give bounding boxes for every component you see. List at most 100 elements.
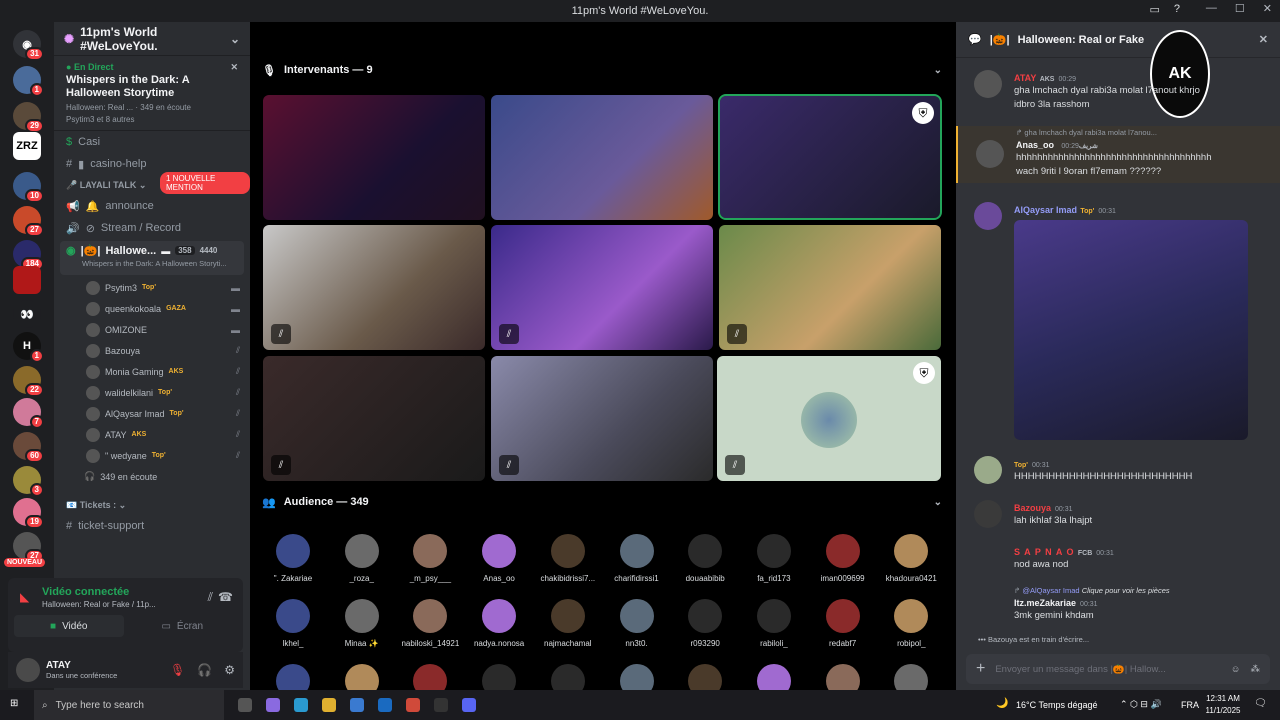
close-icon[interactable]: ✕ (1259, 33, 1268, 46)
edge-icon[interactable] (294, 698, 308, 712)
voice-user[interactable]: queenkokoala GAZA ▬ (54, 298, 250, 319)
channel-casino[interactable]: $ Casi (54, 131, 250, 153)
discord-icon[interactable] (462, 698, 476, 712)
voice-channel[interactable]: Halloween: Real or Fake / 11p... (42, 600, 233, 609)
voice-user[interactable]: walidelkilani Top' ⫽ (54, 382, 250, 403)
inbox-icon[interactable]: ▭ (1149, 3, 1159, 16)
chat-message[interactable]: AlQaysar Imad Top' 00:31 (956, 202, 1280, 440)
apps-icon[interactable]: ⁂ (1251, 664, 1261, 675)
discord-home-icon[interactable]: ◉ 31 (13, 30, 44, 61)
reply-preview[interactable]: ↱ gha lmchach dyal rabi3a molat l7anou..… (1016, 126, 1280, 137)
audience-member[interactable]: r093290 (672, 599, 738, 648)
voice-user[interactable]: Monia Gaming AKS ⫽ (54, 361, 250, 382)
voice-user[interactable]: Bazouya ⫽ (54, 340, 250, 361)
audience-member[interactable]: nabiloski_14921 (397, 599, 463, 648)
chat-message[interactable]: ATAY AKS 00:29 gha lmchach dyal rabi3a mo… (956, 70, 1280, 112)
voice-user[interactable]: AlQaysar Imad Top' ⫽ (54, 403, 250, 424)
server-icon[interactable]: 29 (13, 102, 44, 133)
chat-message[interactable]: S A P N A O FCB 00:31 nod awa nod (956, 544, 1280, 572)
speaker-tile[interactable]: ⫽ (263, 225, 485, 350)
speaker-tile[interactable]: ⫽ (491, 225, 713, 350)
outlook-icon[interactable] (378, 698, 392, 712)
headphones-icon[interactable]: 🎧 (197, 663, 212, 677)
chat-message[interactable]: Top' 00:31 HHHHHHHHHHHHHHHHHHHHHHHHHH (956, 456, 1280, 484)
audience-member[interactable]: Anas_oo (466, 534, 532, 583)
attached-image[interactable] (1014, 220, 1248, 440)
file-explorer-icon[interactable] (322, 698, 336, 712)
screen-share-button[interactable]: ▭ Écran (128, 615, 238, 637)
video-button[interactable]: ■ Vidéo (14, 615, 124, 637)
voice-user[interactable]: ATAY AKS ⫽ (54, 424, 250, 445)
maximize-icon[interactable]: ☐ (1235, 2, 1245, 15)
server-zrz[interactable]: ZRZ (13, 132, 41, 160)
audience-member[interactable]: nn3t0. (604, 599, 670, 648)
server-icon[interactable]: 60 (13, 432, 44, 463)
notification-icon[interactable]: 🗨 (1254, 698, 1267, 709)
mute-mic-icon[interactable]: 🎙 (170, 663, 185, 677)
audience-member[interactable]: _m_psy___ (397, 534, 463, 583)
audience-member[interactable]: Minaa ✨ (329, 599, 395, 648)
server-icon[interactable] (13, 266, 41, 294)
server-icon[interactable]: 22 (13, 366, 44, 397)
message-input[interactable]: Envoyer un message dans |🎃| Hallow... (995, 664, 1220, 675)
speaker-tile[interactable]: ⫽ (263, 356, 485, 481)
chat-message[interactable]: ↱ @AlQaysar Imad FCBClique pour voir les… (956, 586, 1280, 623)
channel-stream-record[interactable]: 🔊 ⊘ Stream / Record (54, 217, 250, 239)
help-icon[interactable]: ? (1174, 3, 1180, 16)
category-tickets[interactable]: 📧 Tickets : ⌄ (54, 495, 250, 515)
server-icon[interactable]: 19 (13, 498, 44, 529)
noise-suppression-icon[interactable]: ⫽ (208, 590, 213, 605)
copilot-icon[interactable] (266, 698, 280, 712)
audience-member[interactable]: rabiloli_ (741, 599, 807, 648)
channel-ticket-support[interactable]: # ticket-support (54, 515, 250, 537)
audience-member[interactable]: iman009699 (810, 534, 876, 583)
disconnect-icon[interactable]: ☎ (218, 590, 233, 604)
settings-icon[interactable]: ⚙ (224, 663, 235, 677)
server-icon[interactable]: 3 (13, 466, 44, 497)
avatar[interactable] (16, 658, 40, 682)
language-indicator[interactable]: FRA (1181, 700, 1199, 710)
audience-member[interactable]: nadya.nonosa (466, 599, 532, 648)
emoji-icon[interactable]: ☺ (1231, 664, 1241, 675)
chrome-icon[interactable] (406, 698, 420, 712)
audience-member[interactable]: douaabibib (672, 534, 738, 583)
speaker-tile[interactable] (491, 95, 713, 220)
tray-icons[interactable]: ⌃ ⬡ ⊟ 🔊 (1120, 699, 1162, 710)
minimize-icon[interactable]: — (1206, 2, 1217, 15)
speaker-tile[interactable]: ⛨ (718, 94, 942, 220)
voice-user[interactable]: Psytim3 Top' ▬ (54, 277, 250, 298)
speaker-tile[interactable]: ⫽ (719, 225, 941, 350)
server-icon[interactable]: 10 (13, 172, 44, 203)
speaker-tile[interactable] (263, 95, 485, 220)
speaker-tile[interactable]: ⫽ (491, 356, 713, 481)
audience-member[interactable]: fa_rid173 (741, 534, 807, 583)
listeners-count[interactable]: 🎧 349 en écoute (54, 466, 250, 487)
close-icon[interactable]: ✕ (230, 62, 238, 73)
reply-preview[interactable]: ↱ @AlQaysar Imad FCBClique pour voir les… (1014, 586, 1280, 595)
task-view-icon[interactable] (238, 698, 252, 712)
channel-halloween-stage[interactable]: ◉ |🎃| Hallowe... ▬ 358 4440 Whispers in t… (60, 241, 244, 275)
audience-member[interactable]: charifidirssi1 (604, 534, 670, 583)
chat-message[interactable]: ↱ gha lmchach dyal rabi3a molat l7anou..… (956, 126, 1280, 183)
audience-member[interactable]: robipol_ (878, 599, 944, 648)
voice-user[interactable]: " wedyane Top' ⫽ (54, 445, 250, 466)
store-icon[interactable] (350, 698, 364, 712)
chat-message[interactable]: Bazouya 00:31 lah ikhlaf 3la lhajpt (956, 500, 1280, 528)
server-icon[interactable]: 👀 (13, 300, 41, 328)
voice-user[interactable]: OMIZONE ▬ (54, 319, 250, 340)
server-icon[interactable]: H1 (13, 332, 44, 363)
weather-text[interactable]: 16°C Temps dégagé (1016, 700, 1098, 710)
add-attachment-icon[interactable]: + (976, 660, 985, 678)
audience-member[interactable]: najmachamal (535, 599, 601, 648)
windows-start-icon[interactable]: ⊞ (10, 698, 18, 709)
audience-member[interactable]: khadoura0421 (878, 534, 944, 583)
live-event-card[interactable]: ● En Direct ✕ Whispers in the Dark: A Hal… (54, 56, 250, 131)
server-icon[interactable]: 27 (13, 206, 44, 237)
clock[interactable]: 12:31 AM 11/1/2025 (1200, 693, 1246, 717)
server-icon[interactable]: 7 (13, 398, 44, 429)
speaker-tile[interactable]: ⛨ ⫽ (717, 356, 941, 481)
audience-member[interactable]: ". Zakariae (260, 534, 326, 583)
server-icon[interactable]: 27 (13, 532, 44, 563)
obs-icon[interactable] (434, 698, 448, 712)
audience-member[interactable]: chakibidrissi7... (535, 534, 601, 583)
